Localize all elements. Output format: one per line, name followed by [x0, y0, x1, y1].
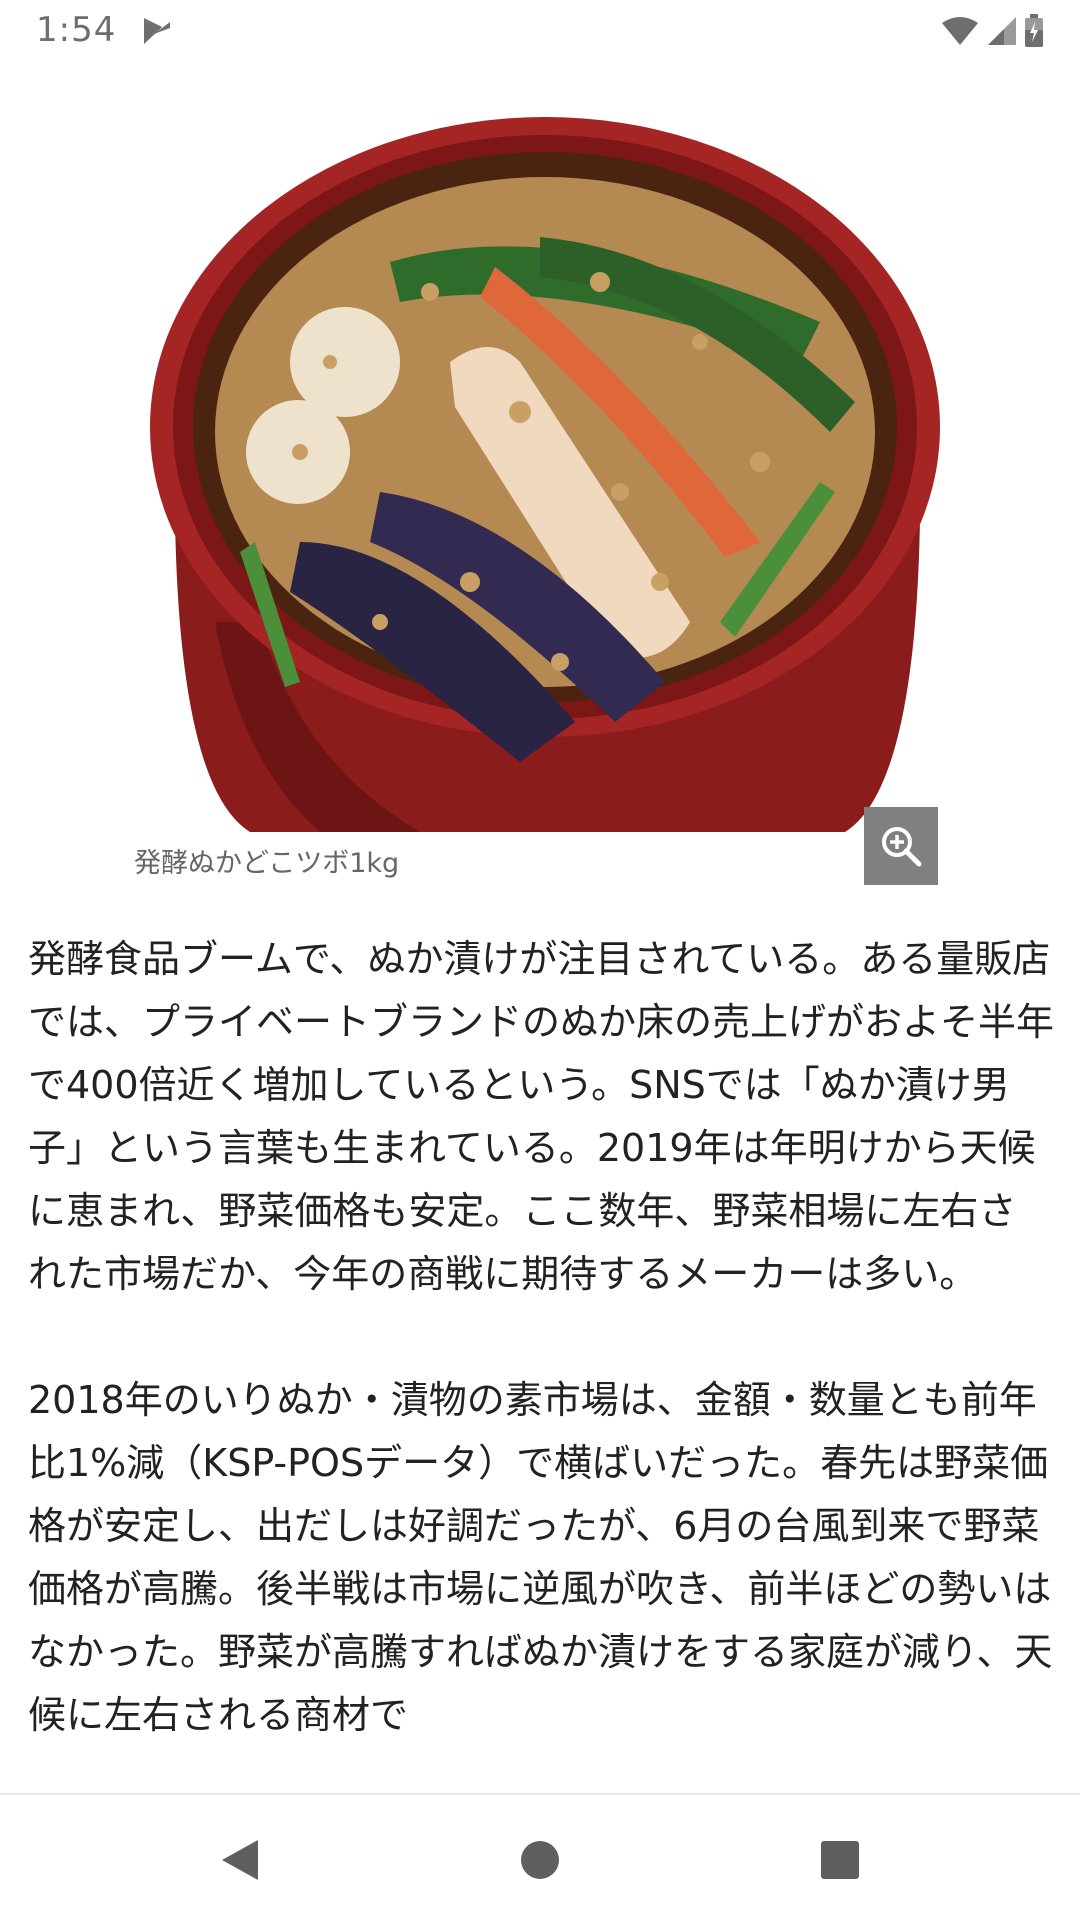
- pickle-pot-image: [150, 117, 940, 832]
- zoom-button[interactable]: [864, 807, 938, 885]
- navigation-bar: [0, 1793, 1080, 1922]
- battery-icon: [1024, 14, 1044, 48]
- zoom-in-icon: [882, 827, 922, 867]
- back-button[interactable]: [205, 1825, 275, 1895]
- signal-icon: [986, 15, 1018, 47]
- home-button[interactable]: [505, 1825, 575, 1895]
- status-icons: [940, 14, 1044, 48]
- article-figure: [0, 62, 1080, 885]
- article-body: 発酵食品ブームで、ぬか漬けが注目されている。ある量販店では、プライベートブランド…: [28, 928, 1054, 1810]
- recents-button[interactable]: [805, 1825, 875, 1895]
- article-paragraph: 2018年のいりぬか・漬物の素市場は、金額・数量とも前年比1%減（KSP-POS…: [28, 1378, 1053, 1737]
- status-time: 1:54: [36, 10, 117, 50]
- recents-icon: [821, 1841, 859, 1879]
- article-paragraph: 発酵食品ブームで、ぬか漬けが注目されている。ある量販店では、プライベートブランド…: [28, 937, 1055, 1296]
- status-bar: 1:54: [0, 0, 1080, 64]
- home-icon: [521, 1841, 559, 1879]
- back-icon: [222, 1840, 258, 1880]
- wifi-icon: [940, 15, 980, 47]
- play-store-notification-icon: [140, 14, 174, 48]
- image-caption: 発酵ぬかどこツボ1kg: [134, 848, 400, 879]
